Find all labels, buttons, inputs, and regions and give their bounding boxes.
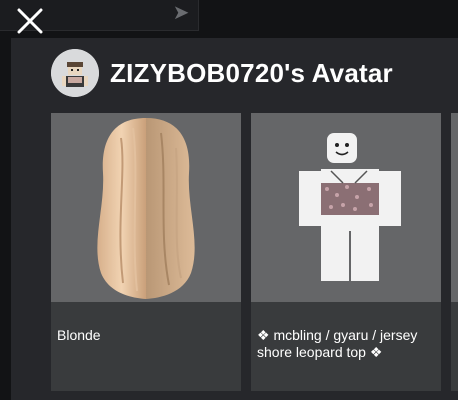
- avatar-headshot: [51, 49, 99, 97]
- item-card-partial[interactable]: [451, 113, 458, 391]
- item-name: Blonde: [57, 327, 101, 343]
- avatar-inspect-panel: ZIZYBOB0720's Avatar Blonde ❖ mcbling / …: [11, 38, 458, 400]
- close-icon: [17, 8, 43, 34]
- item-name: ❖ mcbling / gyaru / jersey shore leopard…: [257, 327, 418, 360]
- item-thumbnail: [251, 113, 441, 302]
- item-thumbnail: [451, 113, 458, 302]
- item-thumbnail: [51, 113, 241, 302]
- close-button[interactable]: [14, 6, 46, 36]
- page-title: ZIZYBOB0720's Avatar: [110, 58, 393, 88]
- send-icon: ➤: [172, 2, 190, 24]
- item-card-leopard-top[interactable]: ❖ mcbling / gyaru / jersey shore leopard…: [251, 113, 441, 391]
- hair-icon: [97, 118, 195, 299]
- item-card-blonde[interactable]: Blonde: [51, 113, 241, 391]
- shirt-avatar-icon: [299, 133, 401, 281]
